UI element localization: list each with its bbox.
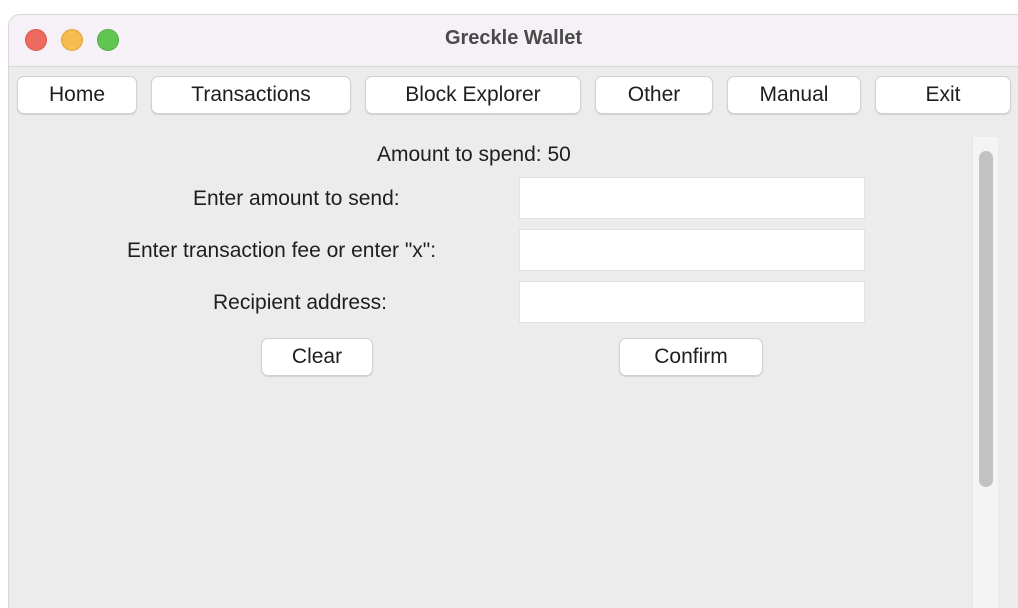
nav-home-button[interactable]: Home [17, 76, 137, 114]
nav-exit-button[interactable]: Exit [875, 76, 1011, 114]
amount-input[interactable] [519, 177, 865, 219]
nav-other-button[interactable]: Other [595, 76, 713, 114]
clear-button[interactable]: Clear [261, 338, 373, 376]
app-window: Greckle Wallet Home Transactions Block E… [8, 14, 1018, 608]
recipient-label: Recipient address: [213, 291, 387, 314]
balance-text: Amount to spend: 50 [377, 143, 571, 166]
scrollbar-thumb[interactable] [979, 151, 993, 487]
nav-block-explorer-button[interactable]: Block Explorer [365, 76, 581, 114]
confirm-button[interactable]: Confirm [619, 338, 763, 376]
vertical-scrollbar[interactable] [972, 137, 998, 608]
recipient-input[interactable] [519, 281, 865, 323]
title-bar[interactable]: Greckle Wallet [9, 15, 1018, 67]
nav-manual-button[interactable]: Manual [727, 76, 861, 114]
window-title: Greckle Wallet [444, 27, 583, 49]
nav-transactions-button[interactable]: Transactions [151, 76, 351, 114]
amount-label: Enter amount to send: [193, 187, 400, 210]
fee-label: Enter transaction fee or enter "x": [127, 239, 437, 262]
fee-input[interactable] [519, 229, 865, 271]
